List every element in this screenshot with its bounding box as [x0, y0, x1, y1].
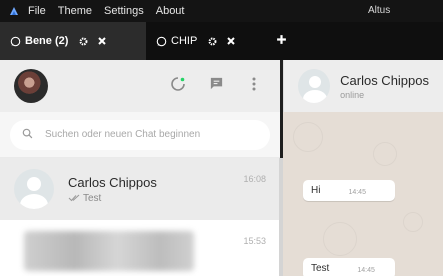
message-bubble[interactable]: Test 14:45 [303, 258, 395, 276]
tab-close-icon[interactable] [97, 36, 107, 46]
search-icon [22, 126, 33, 144]
chat-list-item[interactable]: Carlos Chippos Test 16:08 [0, 158, 280, 220]
search-input[interactable] [45, 129, 255, 140]
add-tab-button[interactable] [266, 22, 297, 60]
menu-bar: File Theme Settings About Altus [0, 0, 443, 22]
conversation-panel: Carlos Chippos online Hi 14:45 Test 14:4… [283, 60, 443, 276]
new-chat-button[interactable] [204, 74, 228, 98]
contact-avatar [298, 69, 331, 103]
tab-settings-gear-icon[interactable] [207, 36, 218, 47]
whatsapp-icon [10, 36, 21, 47]
menu-theme[interactable]: Theme [58, 0, 92, 22]
double-check-icon [68, 194, 80, 202]
status-button[interactable] [166, 74, 190, 98]
more-vertical-icon [252, 77, 256, 96]
status-ring-icon [170, 76, 186, 97]
window-title: Altus [368, 5, 391, 16]
tab-bene[interactable]: Bene (2) [0, 22, 146, 60]
chat-list-item[interactable]: 15:53 [0, 220, 280, 276]
tab-close-icon[interactable] [226, 36, 236, 46]
chat-time: 16:08 [243, 174, 266, 184]
tab-bar: Bene (2) CHIP [0, 22, 443, 60]
whatsapp-icon [156, 36, 167, 47]
plus-icon [276, 32, 287, 50]
tab-chip[interactable]: CHIP [146, 22, 266, 60]
tab-label: CHIP [171, 35, 198, 47]
search-box[interactable] [10, 119, 270, 150]
menu-button[interactable] [242, 74, 266, 98]
tab-settings-gear-icon[interactable] [78, 36, 89, 47]
message-text: Hi [311, 185, 321, 196]
app-logo-icon [8, 5, 20, 17]
chat-list: Carlos Chippos Test 16:08 15:53 [0, 158, 280, 276]
message-time: 14:45 [348, 189, 366, 196]
message-area: Hi 14:45 Test 14:45 [283, 112, 443, 276]
chat-time: 15:53 [243, 236, 266, 246]
conversation-header[interactable]: Carlos Chippos online [283, 60, 443, 112]
profile-avatar[interactable] [14, 69, 48, 103]
search-bar [0, 112, 280, 158]
message-bubble[interactable]: Hi 14:45 [303, 180, 395, 201]
message-text: Test [311, 263, 330, 274]
chat-preview: Test [83, 192, 102, 204]
chat-sidebar: Carlos Chippos Test 16:08 15:53 [0, 60, 280, 276]
contact-name: Carlos Chippos [340, 72, 429, 88]
contact-avatar [14, 169, 54, 209]
menu-settings[interactable]: Settings [104, 0, 144, 22]
tab-label: Bene (2) [25, 35, 69, 47]
blurred-chat-content [24, 231, 194, 271]
menu-about[interactable]: About [156, 0, 185, 22]
menu-file[interactable]: File [28, 0, 46, 22]
sidebar-header [0, 60, 280, 112]
contact-status: online [340, 89, 365, 100]
message-time: 14:45 [357, 267, 375, 274]
chat-name: Carlos Chippos [68, 174, 157, 190]
chat-bubble-icon [209, 76, 224, 96]
